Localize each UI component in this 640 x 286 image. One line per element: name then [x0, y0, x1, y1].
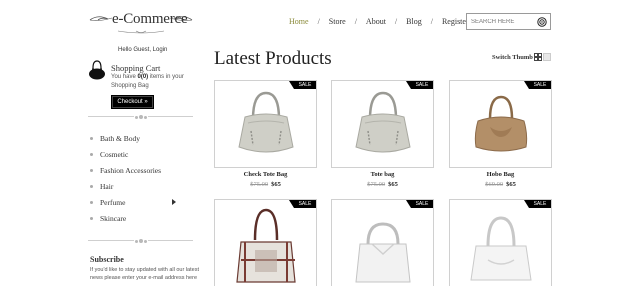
category-label: Perfume — [100, 197, 126, 207]
nav-separator: / — [354, 17, 357, 26]
sale-badge: SALE — [524, 81, 551, 89]
bullet — [90, 152, 93, 156]
nav-separator: / — [394, 17, 398, 26]
list-view-icon[interactable] — [543, 53, 551, 61]
category-perfume[interactable]: Perfume — [90, 194, 176, 210]
sale-badge: SALE — [524, 200, 551, 208]
category-label: Bath & Body — [100, 133, 141, 143]
shopping-bag-icon — [89, 60, 105, 80]
cart-count: 0(0) — [137, 74, 149, 80]
subscribe-text: If you'd like to stay updated with all o… — [90, 267, 199, 281]
category-cosmetic[interactable]: Cosmetic — [90, 146, 161, 162]
sale-badge: SALE — [406, 200, 433, 208]
chevron-right-icon[interactable] — [172, 199, 176, 205]
cart-title[interactable]: Shopping Cart — [111, 63, 160, 73]
handbag-image — [470, 216, 532, 281]
handbag-image — [474, 95, 528, 152]
product-image[interactable]: SALE — [214, 199, 317, 286]
subscribe-title: Subscribe — [90, 255, 124, 264]
bullet — [90, 184, 93, 188]
old-price: $75.00 — [367, 181, 386, 188]
sale-badge: SALE — [406, 81, 433, 89]
product-image[interactable]: SALE — [331, 80, 434, 168]
logo-text[interactable]: e-Commerce — [112, 11, 188, 28]
sale-badge: SALE — [289, 81, 316, 89]
category-hair[interactable]: Hair — [90, 178, 161, 194]
sale-price: $65 — [506, 181, 516, 188]
bullet — [90, 168, 93, 172]
category-skincare[interactable]: Skincare — [90, 210, 161, 226]
main-nav: Home / Store / About / Blog / Register — [289, 17, 469, 26]
search-box — [466, 13, 551, 30]
category-fashion-accessories[interactable]: Fashion Accessories — [90, 162, 161, 178]
sidebar-divider — [88, 114, 193, 120]
handbag-image — [355, 222, 411, 283]
search-icon[interactable] — [537, 17, 547, 27]
product-price: $75.00 $65 — [214, 181, 317, 188]
cart-summary-suffix: items in your — [148, 74, 184, 80]
search-input[interactable] — [471, 16, 535, 28]
bullet — [90, 136, 93, 140]
nav-home[interactable]: Home — [289, 17, 309, 26]
bullet — [90, 216, 93, 220]
product-name[interactable]: Hobo Bag — [449, 171, 552, 178]
handbag-image — [236, 208, 296, 283]
category-label: Cosmetic — [100, 149, 129, 159]
category-list: Bath & Body Cosmetic Fashion Accessories… — [90, 130, 176, 226]
product-price: $69.00 $65 — [449, 181, 552, 188]
category-bath-body[interactable]: Bath & Body — [90, 130, 161, 146]
sale-price: $65 — [271, 181, 281, 188]
nav-blog[interactable]: Blog — [406, 17, 422, 26]
handbag-image — [355, 91, 411, 153]
cart-summary: You have 0(0) items in your — [111, 74, 184, 80]
product-price: $75.00 $65 — [331, 181, 434, 188]
nav-about[interactable]: About — [366, 17, 386, 26]
product-image[interactable]: SALE — [331, 199, 434, 286]
product-image[interactable]: SALE — [449, 199, 552, 286]
cart-summary-line2: Shopping Bag — [111, 83, 149, 89]
cart-summary-prefix: You have — [111, 74, 138, 80]
sidebar-divider — [88, 238, 193, 244]
sale-price: $65 — [388, 181, 398, 188]
category-label: Skincare — [100, 213, 127, 223]
checkout-button[interactable]: Checkout » — [111, 95, 154, 109]
sale-badge: SALE — [289, 200, 316, 208]
product-image[interactable]: SALE — [214, 80, 317, 168]
product-image[interactable]: SALE — [449, 80, 552, 168]
nav-separator: / — [430, 17, 433, 26]
old-price: $75.00 — [250, 181, 269, 188]
page-title: Latest Products — [214, 48, 332, 69]
product-name[interactable]: Tote bag — [331, 171, 434, 178]
login-greeting[interactable]: Hello Guest, Login — [118, 47, 167, 53]
category-label: Fashion Accessories — [100, 165, 162, 175]
old-price: $69.00 — [485, 181, 504, 188]
nav-register[interactable]: Register — [442, 17, 469, 26]
nav-separator: / — [317, 17, 320, 26]
bullet — [90, 200, 93, 204]
switch-thumb-label: Switch Thumb — [492, 54, 533, 61]
grid-view-icon[interactable] — [534, 53, 542, 61]
product-name[interactable]: Check Tote Bag — [214, 171, 317, 178]
category-label: Hair — [100, 181, 114, 191]
nav-store[interactable]: Store — [329, 17, 346, 26]
handbag-image — [238, 91, 294, 153]
